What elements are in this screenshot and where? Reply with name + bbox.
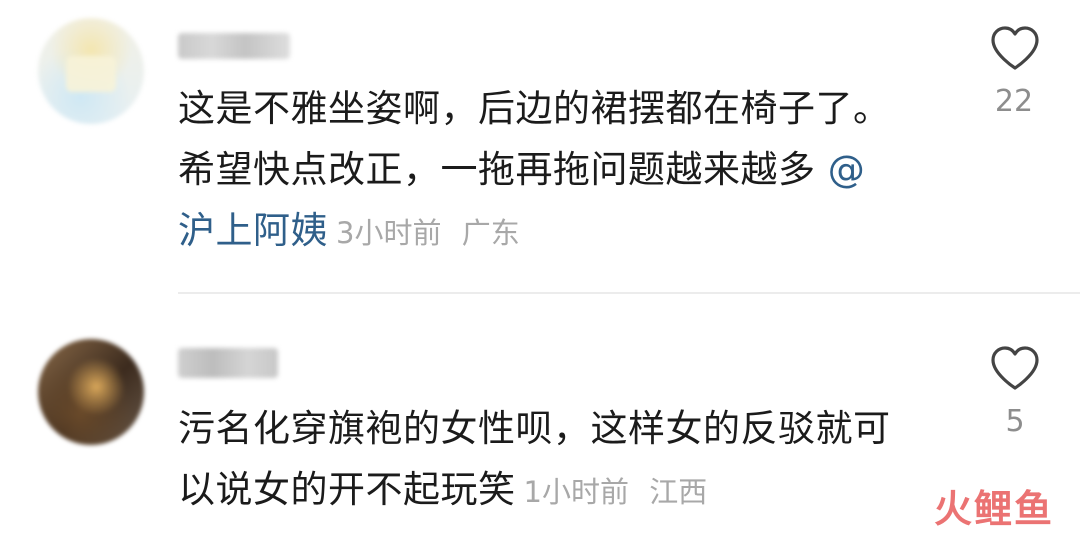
comment-time: 3小时前 bbox=[336, 216, 442, 250]
username-blurred[interactable] bbox=[178, 33, 290, 59]
like-button[interactable]: 5 bbox=[985, 344, 1045, 439]
comment-text-line: 以说女的开不起玩笑 bbox=[178, 468, 516, 511]
heart-outline-icon[interactable] bbox=[989, 24, 1041, 72]
comment-time: 1小时前 bbox=[523, 475, 629, 509]
comment-location: 江西 bbox=[649, 475, 708, 509]
heart-outline-icon[interactable] bbox=[989, 344, 1041, 392]
like-button[interactable]: 22 bbox=[985, 24, 1045, 119]
comment-location: 广东 bbox=[461, 216, 520, 250]
comment-text: 污名化穿旗袍的女性呗，这样女的反驳就可 以说女的开不起玩笑 1小时前 江西 bbox=[178, 398, 938, 523]
comment-divider bbox=[178, 292, 1080, 294]
watermark-logo: 火鲤鱼 bbox=[933, 487, 1054, 531]
avatar[interactable] bbox=[38, 18, 144, 124]
avatar[interactable] bbox=[38, 339, 144, 445]
mention-link[interactable]: 沪上阿姨 bbox=[178, 209, 328, 252]
mention-at-symbol[interactable]: @ bbox=[828, 148, 866, 191]
like-count: 22 bbox=[994, 84, 1034, 119]
avatar-image-detail bbox=[66, 56, 116, 92]
comment-text-line: 污名化穿旗袍的女性呗，这样女的反驳就可 bbox=[178, 407, 891, 450]
comment-text: 这是不雅坐姿啊，后边的裙摆都在椅子了。 希望快点改正，一拖再拖问题越来越多 @ … bbox=[178, 78, 938, 264]
comment-text-line: 希望快点改正，一拖再拖问题越来越多 bbox=[178, 148, 828, 191]
like-count: 5 bbox=[1005, 404, 1025, 439]
username-blurred[interactable] bbox=[178, 348, 278, 378]
comment-text-line: 这是不雅坐姿啊，后边的裙摆都在椅子了。 bbox=[178, 87, 891, 130]
